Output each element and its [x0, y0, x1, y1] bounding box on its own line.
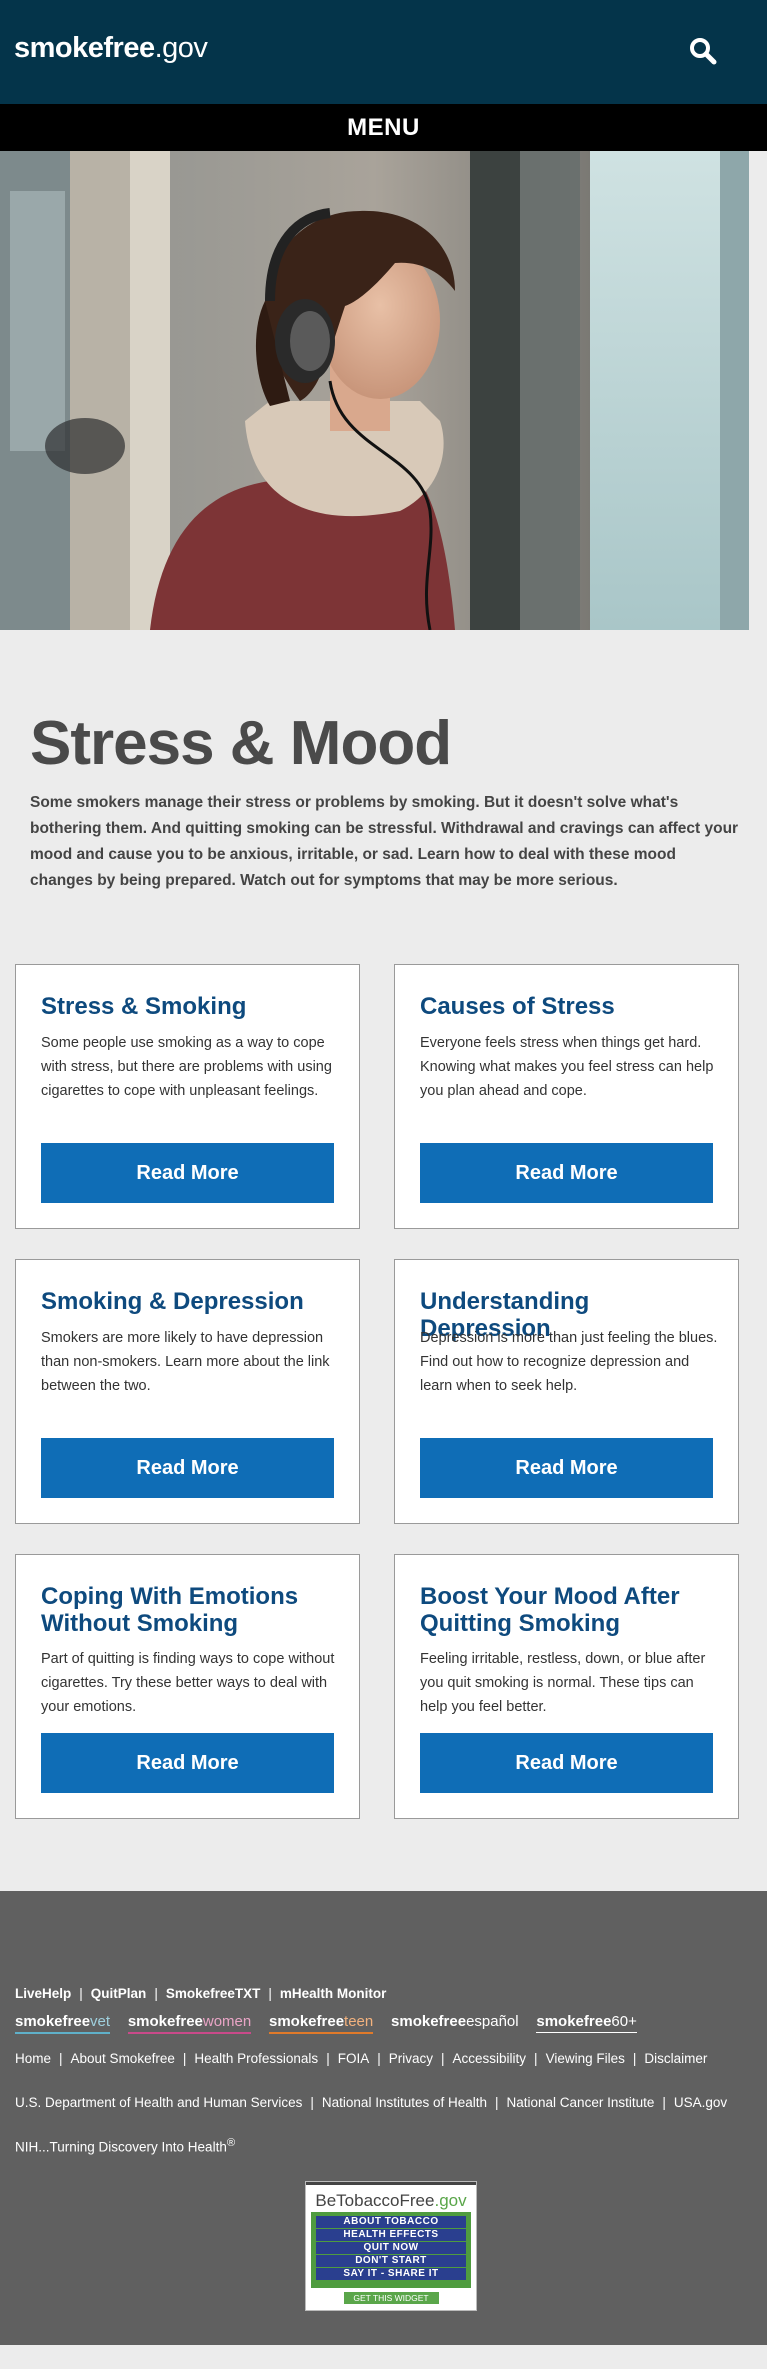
- read-more-button[interactable]: Read More: [420, 1438, 713, 1498]
- footer-link-home[interactable]: Home: [15, 2051, 51, 2066]
- read-more-button[interactable]: Read More: [41, 1438, 334, 1498]
- site-footer: LiveHelp | QuitPlan | SmokefreeTXT | mHealth M…: [0, 1891, 767, 2345]
- footer-link-quitplan[interactable]: QuitPlan: [91, 1986, 147, 2001]
- card-text: Part of quitting is finding ways to cope…: [41, 1651, 335, 1715]
- card-text: Depression is more than just feeling the…: [420, 1330, 718, 1394]
- footer-link-disclaimer[interactable]: Disclaimer: [644, 2051, 707, 2066]
- read-more-button[interactable]: Read More: [420, 1733, 713, 1793]
- read-more-button[interactable]: Read More: [41, 1143, 334, 1203]
- brand-light: español: [466, 2013, 519, 2030]
- brand-link-women[interactable]: smokefreewomen: [127, 2013, 252, 2034]
- footer-tagline: NIH...Turning Discovery Into Health®: [15, 2137, 235, 2155]
- footer-link-usagov[interactable]: USA.gov: [674, 2095, 727, 2110]
- widget-title-suffix: .gov: [434, 2191, 467, 2210]
- card-text: Smokers are more likely to have depressi…: [41, 1330, 330, 1394]
- card-coping-emotions: Coping With Emotions Without Smoking Par…: [15, 1554, 360, 1819]
- widget-menu: ABOUT TOBACCO HEALTH EFFECTS QUIT NOW DO…: [311, 2212, 471, 2288]
- site-logo[interactable]: smokefree.gov: [14, 32, 208, 65]
- betobaccofree-widget[interactable]: BeTobaccoFree.gov ABOUT TOBACCO HEALTH E…: [305, 2181, 477, 2311]
- card-causes-of-stress: Causes of Stress Everyone feels stress w…: [394, 964, 739, 1229]
- brand-bold: smokefree: [391, 2013, 467, 2030]
- card-title[interactable]: Boost Your Mood After Quitting Smoking: [420, 1583, 720, 1637]
- logo-bold: smokefree: [14, 32, 155, 64]
- card-title[interactable]: Stress & Smoking: [41, 993, 341, 1020]
- card-title[interactable]: Causes of Stress: [420, 993, 720, 1020]
- brand-light: vet: [90, 2013, 111, 2030]
- footer-link-accessibility[interactable]: Accessibility: [453, 2051, 527, 2066]
- tagline-text: NIH...Turning Discovery Into Health: [15, 2139, 227, 2155]
- topic-cards: Stress & Smoking Some people use smoking…: [0, 964, 767, 1944]
- brand-bold: smokefree: [269, 2013, 345, 2030]
- get-widget-button[interactable]: GET THIS WIDGET: [343, 2292, 439, 2304]
- menu-button[interactable]: MENU: [0, 104, 767, 151]
- brand-light: 60+: [611, 2013, 637, 2030]
- widget-item-quit-now[interactable]: QUIT NOW: [316, 2242, 466, 2254]
- search-icon[interactable]: [689, 37, 717, 65]
- brand-light: teen: [344, 2013, 374, 2030]
- footer-link-nih[interactable]: National Institutes of Health: [322, 2095, 487, 2110]
- card-title[interactable]: Smoking & Depression: [41, 1288, 341, 1315]
- footer-link-nci[interactable]: National Cancer Institute: [507, 2095, 655, 2110]
- hero-image: [0, 151, 749, 630]
- page-lead: Some smokers manage their stress or prob…: [30, 794, 739, 889]
- brand-link-60plus[interactable]: smokefree60+: [536, 2013, 637, 2033]
- logo-light: .gov: [154, 32, 208, 64]
- widget-item-health-effects[interactable]: HEALTH EFFECTS: [316, 2229, 466, 2241]
- page-title: Stress & Mood: [30, 709, 452, 778]
- footer-link-hhs[interactable]: U.S. Department of Health and Human Serv…: [15, 2095, 302, 2110]
- site-header: smokefree.gov: [0, 0, 767, 104]
- widget-item-say-it-share-it[interactable]: SAY IT - SHARE IT: [316, 2268, 466, 2280]
- card-stress-smoking: Stress & Smoking Some people use smoking…: [15, 964, 360, 1229]
- widget-title-main: BeTobaccoFree: [315, 2191, 435, 2210]
- footer-link-livehelp[interactable]: LiveHelp: [15, 1986, 71, 2001]
- widget-item-dont-start[interactable]: DON'T START: [316, 2255, 466, 2267]
- brand-link-espanol[interactable]: smokefreeespañol: [391, 2013, 519, 2032]
- card-title[interactable]: Coping With Emotions Without Smoking: [41, 1583, 341, 1637]
- card-text: Some people use smoking as a way to cope…: [41, 1035, 332, 1099]
- brand-bold: smokefree: [15, 2013, 91, 2030]
- card-boost-mood: Boost Your Mood After Quitting Smoking F…: [394, 1554, 739, 1819]
- footer-link-privacy[interactable]: Privacy: [389, 2051, 433, 2066]
- widget-title: BeTobaccoFree.gov: [306, 2182, 476, 2212]
- card-understanding-depression: Understanding Depression Depression is m…: [394, 1259, 739, 1524]
- tagline-mark: ®: [226, 2137, 236, 2149]
- footer-programs: LiveHelp | QuitPlan | SmokefreeTXT | mHealth M…: [15, 1986, 387, 2001]
- brand-link-vet[interactable]: smokefreevet: [15, 2013, 111, 2034]
- footer-links: Home | About Smokefree | Health Professional…: [15, 2051, 708, 2066]
- read-more-button[interactable]: Read More: [420, 1143, 713, 1203]
- footer-link-mhealth[interactable]: mHealth Monitor: [280, 1986, 387, 2001]
- card-text: Everyone feels stress when things get ha…: [420, 1035, 714, 1099]
- intro-section: Stress & Mood Some smokers manage their …: [0, 708, 767, 894]
- footer-link-smokefreetxt[interactable]: SmokefreeTXT: [166, 1986, 261, 2001]
- read-more-button[interactable]: Read More: [41, 1733, 334, 1793]
- footer-link-viewing-files[interactable]: Viewing Files: [546, 2051, 625, 2066]
- footer-brands: smokefreevet smokefreewomen smokefreetee…: [15, 2013, 651, 2034]
- card-smoking-depression: Smoking & Depression Smokers are more li…: [15, 1259, 360, 1524]
- brand-bold: smokefree: [536, 2013, 612, 2030]
- brand-light: women: [202, 2013, 252, 2030]
- brand-link-teen[interactable]: smokefreeteen: [269, 2013, 374, 2034]
- widget-item-about-tobacco[interactable]: ABOUT TOBACCO: [316, 2216, 466, 2228]
- brand-bold: smokefree: [127, 2013, 203, 2030]
- footer-agencies: U.S. Department of Health and Human Serv…: [15, 2095, 728, 2110]
- footer-link-foia[interactable]: FOIA: [338, 2051, 370, 2066]
- footer-link-about[interactable]: About Smokefree: [71, 2051, 175, 2066]
- footer-link-health-professionals[interactable]: Health Professionals: [194, 2051, 318, 2066]
- card-text: Feeling irritable, restless, down, or bl…: [420, 1651, 706, 1715]
